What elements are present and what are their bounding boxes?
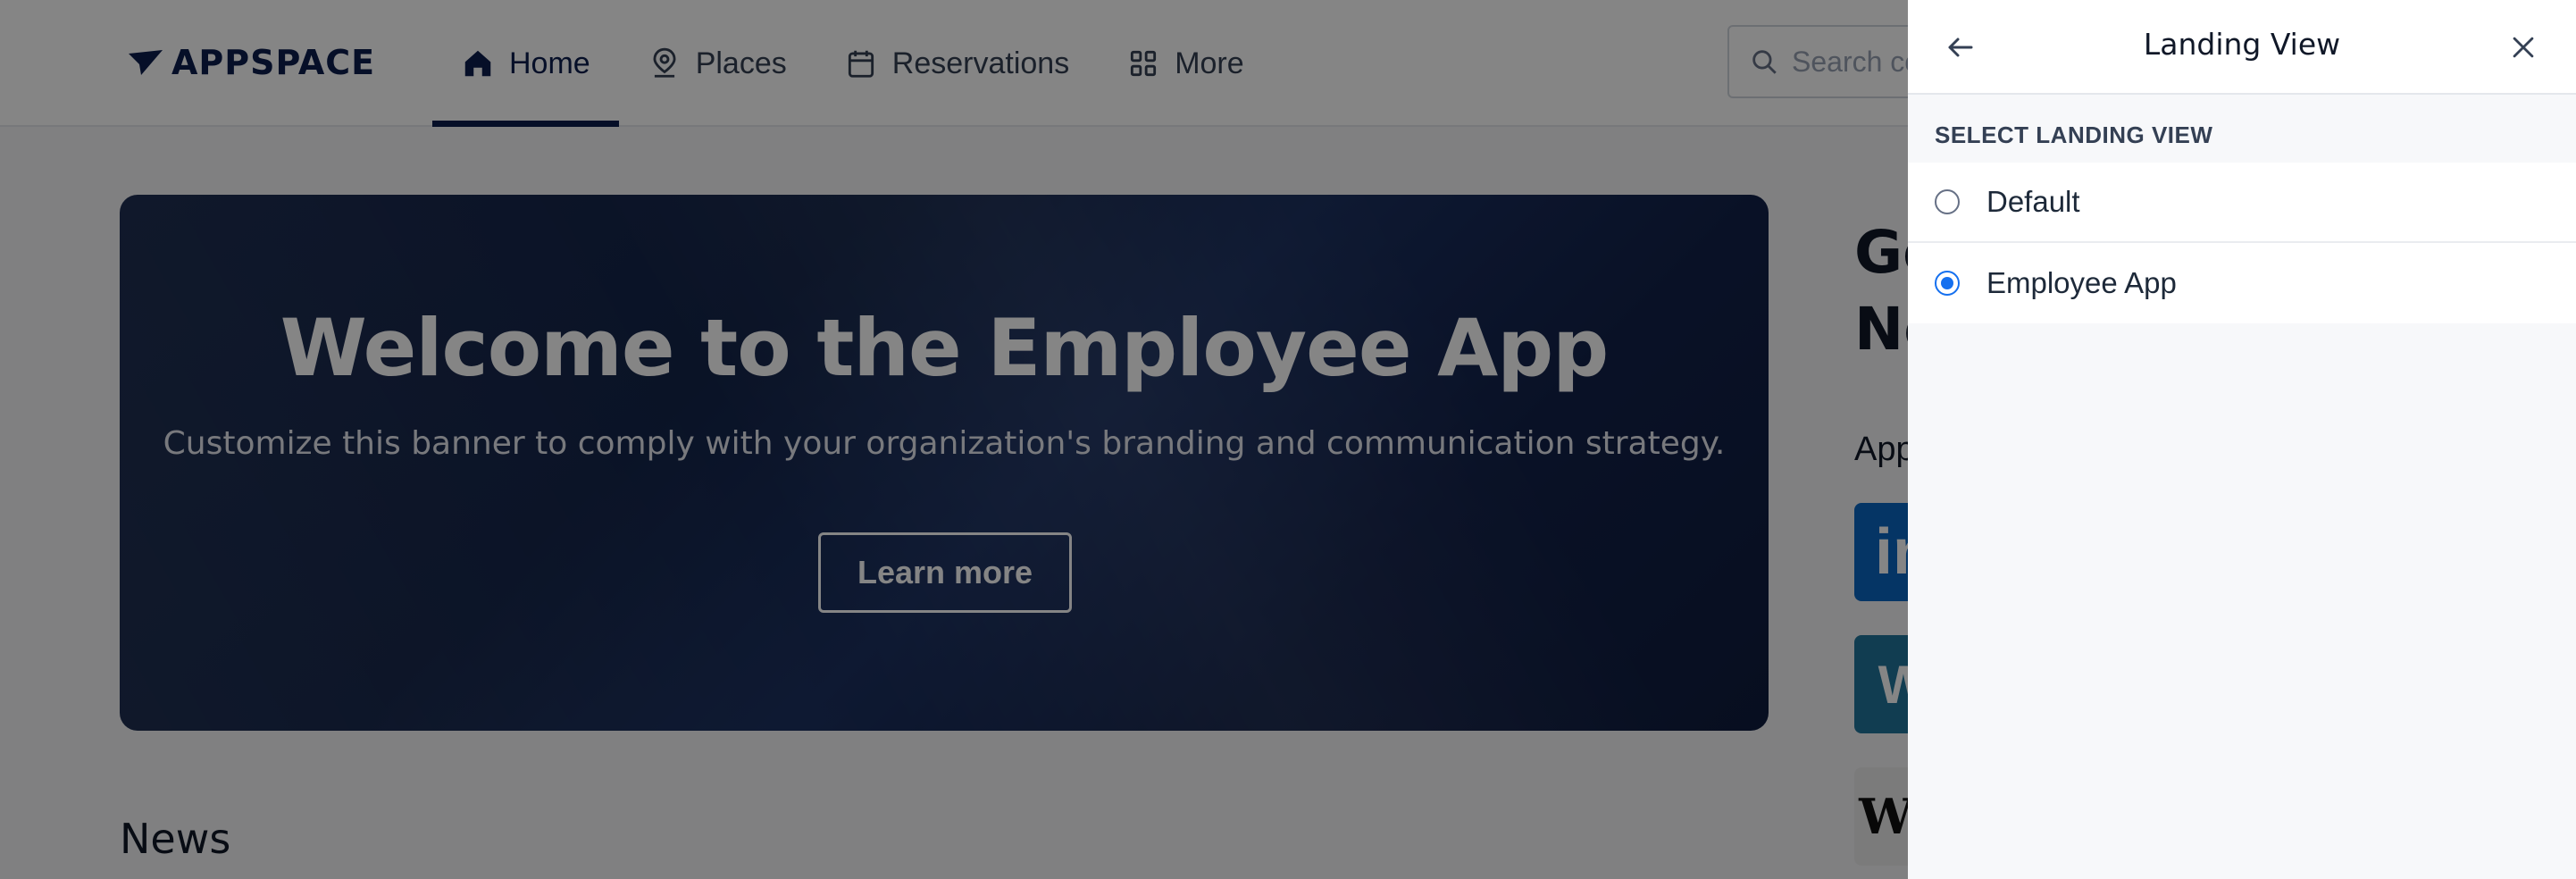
drawer-header: Landing View (1908, 0, 2576, 95)
landing-view-options: Default Employee App (1908, 163, 2576, 323)
close-button[interactable] (2503, 27, 2544, 68)
section-label: SELECT LANDING VIEW (1935, 121, 2213, 148)
option-employee-app-label: Employee App (1986, 266, 2177, 299)
landing-view-drawer: Landing View SELECT LANDING VIEW Default… (1908, 0, 2576, 879)
radio-default[interactable] (1935, 189, 1960, 214)
option-default-label: Default (1986, 185, 2080, 218)
option-employee-app[interactable]: Employee App (1908, 243, 2576, 323)
radio-employee-app[interactable] (1935, 271, 1960, 296)
option-default[interactable]: Default (1908, 163, 2576, 243)
drawer-title: Landing View (2143, 27, 2341, 62)
close-icon (2513, 37, 2534, 58)
